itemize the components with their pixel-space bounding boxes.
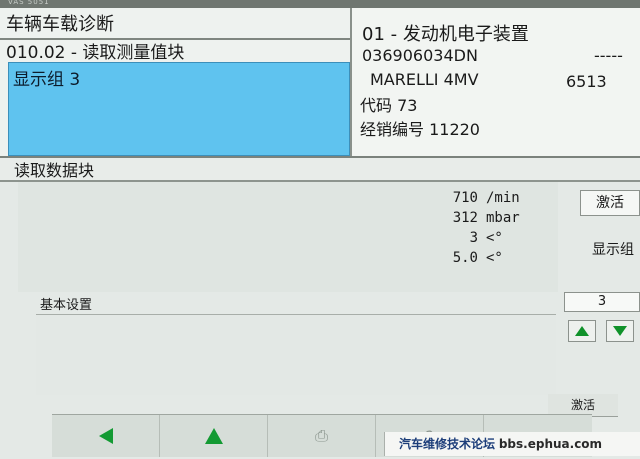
ecu-dashes: -----	[594, 46, 623, 65]
forum-watermark: 汽车维修技术论坛 bbs.ephua.com	[384, 432, 640, 456]
ecu-info-panel: 01 - 发动机电子装置 036906034DN ----- MARELLI 4…	[352, 8, 640, 156]
value-number: 3	[469, 230, 478, 246]
group-down-button[interactable]	[606, 320, 634, 342]
value-unit: <°	[486, 230, 503, 246]
ecu-dealer-number: 经销编号 11220	[360, 120, 480, 139]
back-arrow-icon	[98, 428, 113, 444]
watermark-url: bbs.ephua.com	[498, 437, 603, 451]
arrow-down-icon	[613, 326, 627, 336]
function-title: 010.02 - 读取测量值块	[6, 43, 185, 63]
group-number-field[interactable]: 3	[564, 292, 640, 312]
basic-setting-label: 基本设置	[40, 298, 93, 313]
app-title: 车辆车载诊断	[6, 14, 114, 35]
left-header-panel: 车辆车载诊断 010.02 - 读取测量值块 显示组 3	[0, 8, 352, 156]
print-icon: ⎙	[315, 426, 328, 445]
group-up-button[interactable]	[568, 320, 596, 342]
value-number: 312	[452, 210, 478, 226]
ecu-model-code: 6513	[566, 72, 607, 91]
value-number: 710	[452, 190, 478, 206]
selected-display-group-label: 显示组 3	[13, 70, 81, 90]
value-row-1: 710 /min	[410, 188, 540, 208]
display-group-button[interactable]: 显示组	[586, 242, 640, 259]
toolbar-print-button[interactable]: ⎙	[268, 415, 376, 457]
basic-setting-area	[36, 314, 556, 395]
watermark-text: 汽车维修技术论坛	[399, 437, 496, 451]
display-group-selection[interactable]: 显示组 3	[8, 62, 350, 156]
value-number: 5.0	[452, 250, 478, 266]
ecu-title: 01 - 发动机电子装置	[362, 24, 529, 45]
ecu-part-number: 036906034DN	[362, 46, 478, 65]
activate-button[interactable]: 激活	[580, 190, 640, 216]
value-unit: mbar	[486, 210, 520, 226]
value-row-2: 312 mbar	[410, 208, 540, 228]
arrow-up-icon	[575, 326, 589, 336]
section-title-bar: 读取数据块	[0, 158, 640, 182]
top-status-strip: VAS 5051	[0, 0, 640, 8]
value-unit: <°	[486, 250, 503, 266]
measured-values-list: 710 /min 312 mbar 3 <° 5.0 <°	[410, 188, 540, 268]
value-row-4: 5.0 <°	[410, 248, 540, 268]
section-title: 读取数据块	[14, 161, 95, 180]
ecu-model: MARELLI 4MV	[370, 70, 479, 89]
value-row-3: 3 <°	[410, 228, 540, 248]
toolbar-back-button[interactable]	[52, 415, 160, 457]
up-arrow-icon	[204, 428, 223, 444]
toolbar-up-button[interactable]	[160, 415, 268, 457]
value-unit: /min	[486, 190, 520, 206]
ecu-coding: 代码 73	[360, 96, 418, 115]
